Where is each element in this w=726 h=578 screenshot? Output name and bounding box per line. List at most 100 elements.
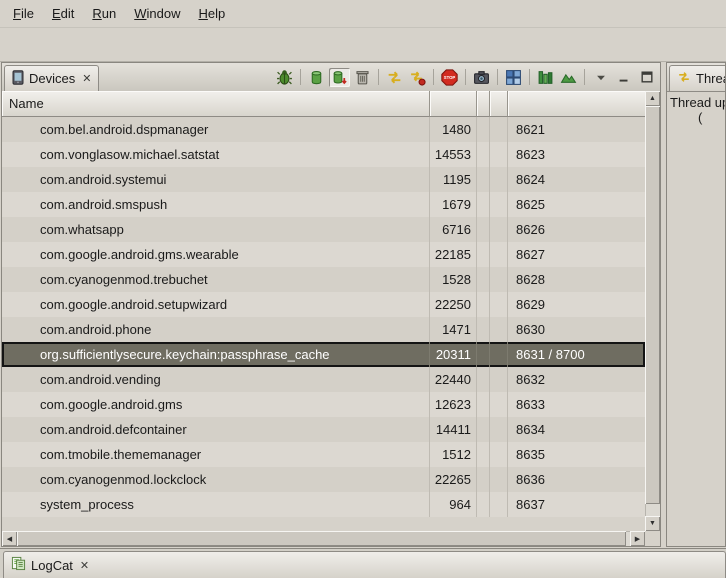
process-pid: 14553 [430, 142, 477, 167]
toolbar-separator [378, 69, 379, 85]
vertical-scrollbar[interactable]: ▲ ▼ [645, 91, 660, 531]
column-header-name[interactable]: Name [2, 91, 430, 117]
process-row[interactable]: system_process9648637 [2, 492, 645, 517]
process-pid: 22185 [430, 242, 477, 267]
empty-cell [490, 217, 508, 242]
toolbar-separator [465, 69, 466, 85]
close-icon[interactable]: ✕ [80, 559, 89, 572]
process-port: 8634 [508, 417, 645, 442]
horizontal-scrollbar[interactable]: ◀ ▶ [2, 531, 645, 546]
process-port: 8633 [508, 392, 645, 417]
process-name: com.android.phone [2, 317, 430, 342]
process-pid: 1195 [430, 167, 477, 192]
empty-cell [490, 417, 508, 442]
process-port: 8631 / 8700 [508, 342, 645, 367]
process-row[interactable]: com.google.android.gms.wearable221858627 [2, 242, 645, 267]
process-port: 8636 [508, 467, 645, 492]
process-pid: 964 [430, 492, 477, 517]
empty-cell [477, 267, 490, 292]
process-name: com.cyanogenmod.lockclock [2, 467, 430, 492]
screen-capture-icon[interactable] [471, 68, 492, 87]
process-port: 8621 [508, 117, 645, 142]
empty-cell [477, 242, 490, 267]
process-row[interactable]: com.android.defcontainer144118634 [2, 417, 645, 442]
empty-cell [490, 392, 508, 417]
process-row[interactable]: com.tmobile.thememanager15128635 [2, 442, 645, 467]
process-row[interactable]: org.sufficientlysecure.keychain:passphra… [2, 342, 645, 367]
process-port: 8629 [508, 292, 645, 317]
menu-edit[interactable]: Edit [43, 3, 83, 24]
cause-gc-icon[interactable] [352, 68, 373, 87]
close-icon[interactable]: ✕ [82, 72, 91, 85]
empty-cell [477, 217, 490, 242]
process-row[interactable]: com.cyanogenmod.lockclock22265 8636 [2, 467, 645, 492]
empty-cell [490, 367, 508, 392]
column-header-pid[interactable] [430, 91, 477, 117]
scroll-left-icon[interactable]: ◀ [2, 531, 17, 546]
process-name: com.google.android.gms [2, 392, 430, 417]
empty-cell [477, 167, 490, 192]
minimize-icon[interactable] [613, 68, 634, 87]
process-name: com.android.systemui [2, 167, 430, 192]
menu-run[interactable]: Run [83, 3, 125, 24]
process-row[interactable]: com.android.systemui11958624 [2, 167, 645, 192]
horizontal-scrollbar-thumb[interactable] [17, 531, 626, 546]
process-row[interactable]: com.android.vending224408632 [2, 367, 645, 392]
empty-cell [477, 417, 490, 442]
process-row[interactable]: com.vonglasow.michael.satstat145538623 [2, 142, 645, 167]
process-row[interactable]: com.bel.android.dspmanager14808621 [2, 117, 645, 142]
column-header-a[interactable] [477, 91, 490, 117]
empty-cell [477, 367, 490, 392]
empty-cell [477, 292, 490, 317]
empty-cell [490, 467, 508, 492]
empty-cell [490, 492, 508, 517]
process-row[interactable]: com.android.phone14718630 [2, 317, 645, 342]
menu-file[interactable]: File [4, 3, 43, 24]
scroll-up-icon[interactable]: ▲ [645, 91, 660, 106]
scroll-right-icon[interactable]: ▶ [630, 531, 645, 546]
process-row[interactable]: com.whatsapp67168626 [2, 217, 645, 242]
threads-message-line2: ( [670, 110, 725, 125]
process-name: com.android.vending [2, 367, 430, 392]
start-opengl-trace-icon[interactable] [558, 68, 579, 87]
process-list: com.bel.android.dspmanager14808621com.vo… [2, 117, 645, 517]
debug-icon[interactable] [274, 68, 295, 87]
dump-hprof-icon[interactable] [329, 68, 350, 87]
update-threads-icon[interactable] [384, 68, 405, 87]
scrollbar-corner [645, 531, 660, 546]
vertical-scrollbar-thumb[interactable] [645, 106, 660, 504]
menu-window[interactable]: Window [125, 3, 189, 24]
process-pid: 12623 [430, 392, 477, 417]
column-name-label: Name [9, 96, 44, 111]
capture-systrace-icon[interactable] [535, 68, 556, 87]
menu-help[interactable]: Help [189, 3, 234, 24]
start-method-profiling-icon[interactable] [407, 68, 428, 87]
process-pid: 1471 [430, 317, 477, 342]
column-header-b[interactable] [490, 91, 508, 117]
process-row[interactable]: com.android.smspush16798625 [2, 192, 645, 217]
update-heap-icon[interactable] [306, 68, 327, 87]
scroll-down-icon[interactable]: ▼ [645, 516, 660, 531]
process-pid: 22265 [430, 467, 477, 492]
empty-cell [477, 192, 490, 217]
process-row[interactable]: com.google.android.setupwizard222508629 [2, 292, 645, 317]
view-menu-icon[interactable] [590, 68, 611, 87]
threads-panel: Threads Thread up ( [666, 62, 726, 547]
column-header-port[interactable] [508, 91, 645, 117]
empty-cell [477, 442, 490, 467]
process-name: system_process [2, 492, 430, 517]
process-port: 8632 [508, 367, 645, 392]
maximize-icon[interactable] [636, 68, 657, 87]
tab-threads[interactable]: Threads [669, 65, 725, 91]
process-pid: 1512 [430, 442, 477, 467]
view-hierarchy-icon[interactable] [503, 68, 524, 87]
tab-logcat[interactable]: LogCat ✕ [3, 551, 726, 578]
stop-process-icon[interactable]: STOP [439, 68, 460, 87]
process-row[interactable]: com.cyanogenmod.trebuchet15288628 [2, 267, 645, 292]
process-row[interactable]: com.google.android.gms12623 8633 [2, 392, 645, 417]
empty-cell [477, 317, 490, 342]
application-toolbar [0, 28, 726, 62]
empty-cell [490, 442, 508, 467]
tab-devices[interactable]: Devices ✕ [4, 65, 99, 91]
process-name: com.cyanogenmod.trebuchet [2, 267, 430, 292]
